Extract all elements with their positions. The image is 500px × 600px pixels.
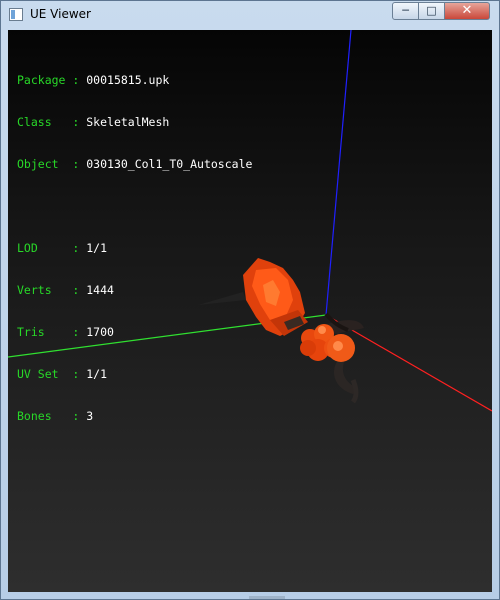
- close-button[interactable]: ✕: [445, 2, 490, 20]
- 3d-viewport[interactable]: Package : 00015815.upk Class : SkeletalM…: [8, 30, 492, 592]
- info-row-package: Package : 00015815.upk: [17, 73, 170, 87]
- maximize-button[interactable]: □: [419, 2, 445, 20]
- verts-label: Verts: [17, 283, 52, 297]
- lod-label: LOD: [17, 241, 38, 255]
- axis-z-line: [325, 30, 352, 316]
- info-row-verts: Verts : 1444: [17, 283, 114, 297]
- class-value: SkeletalMesh: [86, 115, 170, 129]
- app-window: UE Viewer ─ □ ✕ Package: 00015815.upk C…: [0, 0, 500, 600]
- resize-grip[interactable]: [249, 596, 285, 599]
- info-row-tris: Tris : 1700: [17, 325, 114, 339]
- info-row-uvset: UV Set : 1/1: [17, 367, 108, 381]
- bones-label: Bones: [17, 409, 52, 423]
- uvset-value: 1/1: [86, 367, 108, 381]
- package-value: 00015815.upk: [86, 73, 170, 87]
- bones-value: 3: [86, 409, 94, 423]
- info-row-lod: LOD : 1/1: [17, 241, 108, 255]
- info-row-object: Object : 030130_Col1_T0_Autoscale: [17, 157, 253, 171]
- info-row-class: Class : SkeletalMesh: [17, 115, 170, 129]
- object-value: 030130_Col1_T0_Autoscale: [86, 157, 253, 171]
- tris-value: 1700: [86, 325, 114, 339]
- title-bar[interactable]: UE Viewer ─ □ ✕: [1, 1, 499, 29]
- object-label: Object: [17, 157, 59, 171]
- minimize-button[interactable]: ─: [392, 2, 419, 20]
- class-label: Class: [17, 115, 52, 129]
- package-label: Package: [17, 73, 66, 87]
- app-icon: [9, 8, 23, 21]
- window-title: UE Viewer: [30, 7, 91, 21]
- lod-value: 1/1: [86, 241, 108, 255]
- uvset-label: UV Set: [17, 367, 59, 381]
- mesh-info-overlay: Package : 00015815.upk Class : SkeletalM…: [17, 45, 252, 451]
- tris-label: Tris: [17, 325, 45, 339]
- verts-value: 1444: [86, 283, 114, 297]
- info-row-bones: Bones : 3: [17, 409, 94, 423]
